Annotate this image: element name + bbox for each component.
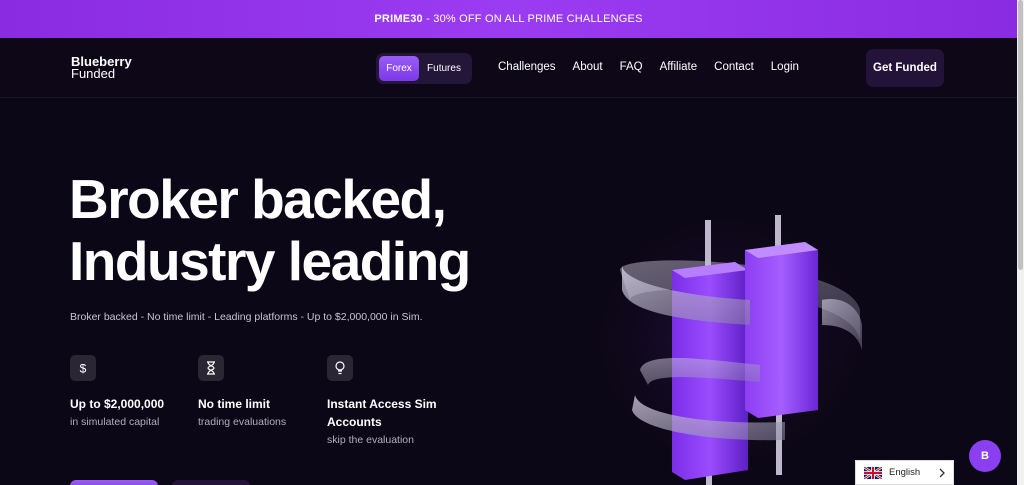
brand-name-line2: Funded: [71, 66, 116, 81]
toggle-forex[interactable]: Forex: [379, 56, 419, 81]
brand-logo[interactable]: Blueberry Funded: [71, 55, 132, 81]
secondary-action-button[interactable]: [172, 480, 250, 485]
hero-title-line2: Industry leading: [69, 230, 471, 292]
nav-challenges[interactable]: Challenges: [498, 61, 556, 73]
feature-title: Instant Access Sim Accounts: [327, 395, 437, 431]
feature-time-limit: No time limit trading evaluations: [198, 355, 286, 428]
hero-subtitle: Broker backed - No time limit - Leading …: [70, 311, 423, 323]
hourglass-icon: [198, 355, 224, 381]
hero-title-line1: Broker backed,: [69, 168, 447, 230]
page-scrollbar[interactable]: [1017, 0, 1024, 485]
chat-launcher-button[interactable]: B: [969, 440, 1001, 472]
navbar: Blueberry Funded Forex Futures Challenge…: [0, 38, 1017, 98]
svg-text:$: $: [80, 362, 87, 376]
feature-title: No time limit: [198, 397, 271, 411]
nav-faq[interactable]: FAQ: [620, 61, 643, 73]
feature-instant-access: Instant Access Sim Accounts skip the eva…: [327, 355, 437, 446]
feature-subtitle: trading evaluations: [198, 416, 287, 428]
market-toggle: Forex Futures: [376, 53, 472, 84]
hero-title: Broker backed, Industry leading: [69, 168, 471, 292]
toggle-futures[interactable]: Futures: [419, 56, 469, 81]
feature-subtitle: in simulated capital: [70, 416, 160, 428]
feature-subtitle: skip the evaluation: [327, 434, 414, 446]
dollar-icon: $: [70, 355, 96, 381]
promo-code: PRIME30: [374, 13, 423, 25]
scrollbar-thumb[interactable]: [1018, 0, 1023, 270]
feature-title-line2: Accounts: [327, 415, 382, 429]
primary-action-button[interactable]: [70, 480, 158, 485]
feature-capital: $ Up to $2,000,000 in simulated capital: [70, 355, 164, 428]
uk-flag-icon: [864, 466, 882, 479]
language-label: English: [889, 467, 921, 478]
nav-about[interactable]: About: [573, 61, 603, 73]
lightbulb-icon: [327, 355, 353, 381]
main-nav: Challenges About FAQ Affiliate Contact L…: [498, 61, 816, 73]
candlestick-illustration: [580, 200, 880, 485]
feature-title-line1: Instant Access Sim: [327, 397, 437, 411]
feature-title: Up to $2,000,000: [70, 397, 165, 411]
chevron-right-icon: [939, 468, 945, 478]
nav-contact[interactable]: Contact: [714, 61, 754, 73]
get-funded-button[interactable]: Get Funded: [866, 49, 944, 87]
promo-text: - 30% OFF ON ALL PRIME CHALLENGES: [422, 13, 643, 25]
promo-banner[interactable]: PRIME30 - 30% OFF ON ALL PRIME CHALLENGE…: [0, 0, 1017, 38]
language-selector[interactable]: English: [855, 460, 954, 485]
nav-affiliate[interactable]: Affiliate: [660, 61, 698, 73]
nav-login[interactable]: Login: [771, 61, 799, 73]
